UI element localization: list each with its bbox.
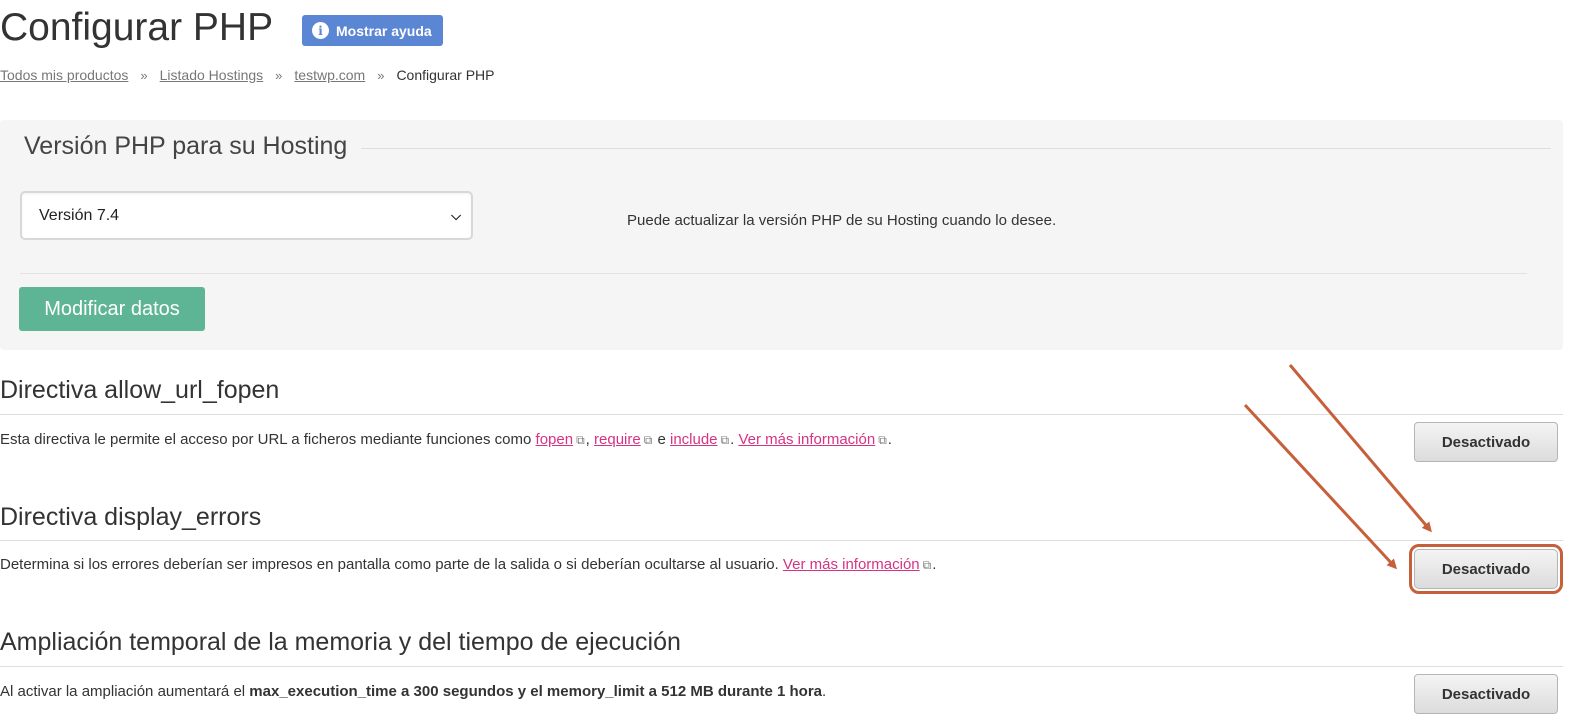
- breadcrumb-link-hostings[interactable]: Listado Hostings: [160, 67, 264, 83]
- external-link-icon: ⧉: [878, 433, 887, 447]
- annotation-arrow: [1288, 364, 1432, 533]
- desc-text: Esta directiva le permite el acceso por …: [0, 431, 536, 448]
- section-title-memory-extension: Ampliación temporal de la memoria y del …: [0, 628, 681, 656]
- modify-data-button[interactable]: Modificar datos: [19, 287, 205, 331]
- section-desc-display-errors: Determina si los errores deberían ser im…: [0, 556, 936, 573]
- breadcrumb-separator: »: [275, 67, 283, 83]
- breadcrumb-link-products[interactable]: Todos mis productos: [0, 67, 128, 83]
- section-desc-allow-url-fopen: Esta directiva le permite el acceso por …: [0, 431, 892, 448]
- desc-text: .: [822, 683, 827, 700]
- section-title-allow-url-fopen: Directiva allow_url_fopen: [0, 376, 280, 404]
- memory-extension-toggle-button[interactable]: Desactivado: [1414, 674, 1558, 714]
- display-errors-toggle-button[interactable]: Desactivado: [1409, 544, 1563, 594]
- section-rule: [0, 414, 1563, 415]
- desc-text: .: [887, 431, 892, 448]
- annotation-arrows: [1243, 364, 1432, 570]
- link-more-info[interactable]: Ver más información: [738, 431, 875, 448]
- external-link-icon: ⧉: [643, 433, 653, 447]
- external-link-icon: ⧉: [922, 558, 932, 572]
- annotation-arrow: [1243, 403, 1398, 570]
- link-require[interactable]: require: [594, 431, 641, 448]
- panel-legend: Versión PHP para su Hosting: [24, 132, 362, 161]
- desc-text: Determina si los errores deberían ser im…: [0, 556, 783, 573]
- link-fopen[interactable]: fopen: [536, 431, 574, 448]
- link-more-info[interactable]: Ver más información: [783, 556, 920, 573]
- php-version-selected: Versión 7.4: [39, 206, 120, 224]
- show-help-button[interactable]: i Mostrar ayuda: [302, 15, 443, 46]
- panel-divider: [20, 273, 1527, 274]
- php-version-hint: Puede actualizar la versión PHP de su Ho…: [627, 212, 1057, 229]
- section-rule: [0, 540, 1563, 541]
- desc-text: e: [653, 431, 670, 448]
- breadcrumb-separator: »: [140, 67, 148, 83]
- section-rule: [0, 666, 1563, 667]
- desc-text: .: [932, 556, 937, 573]
- breadcrumb-link-domain[interactable]: testwp.com: [294, 67, 365, 83]
- show-help-label: Mostrar ayuda: [336, 22, 432, 39]
- breadcrumb-separator: »: [377, 67, 385, 83]
- page-title: Configurar PHP: [0, 6, 274, 49]
- allow-url-fopen-toggle-button[interactable]: Desactivado: [1414, 422, 1558, 462]
- link-include[interactable]: include: [670, 431, 718, 448]
- breadcrumb-current: Configurar PHP: [396, 67, 495, 83]
- breadcrumb: Todos mis productos » Listado Hostings »…: [0, 67, 494, 83]
- php-version-select[interactable]: Versión 7.4 ⌵: [20, 191, 473, 240]
- external-link-icon: ⧉: [576, 433, 585, 447]
- info-icon: i: [312, 22, 329, 39]
- desc-bold: max_execution_time a 300 segundos y el m…: [249, 683, 823, 700]
- chevron-down-icon: ⌵: [451, 207, 461, 223]
- desc-text: Al activar la ampliación aumentará el: [0, 683, 250, 700]
- external-link-icon: ⧉: [720, 433, 730, 447]
- section-desc-memory-extension: Al activar la ampliación aumentará el ma…: [0, 683, 826, 700]
- section-title-display-errors: Directiva display_errors: [0, 503, 262, 531]
- desc-text: ,: [585, 431, 590, 448]
